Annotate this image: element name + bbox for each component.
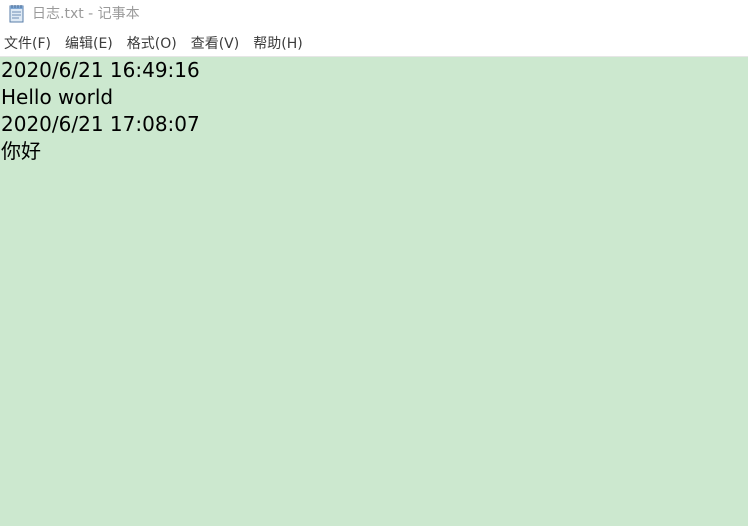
editor-line[interactable]: Hello world (0, 84, 748, 111)
editor-line[interactable]: 2020/6/21 16:49:16 (0, 57, 748, 84)
notepad-icon (9, 5, 24, 23)
menu-format[interactable]: 格式(O) (120, 33, 184, 55)
menu-edit[interactable]: 编辑(E) (58, 33, 120, 55)
notepad-window: 日志.txt - 记事本 文件(F) 编辑(E) 格式(O) 查看(V) 帮助(… (0, 0, 748, 526)
text-editor-area[interactable]: 2020/6/21 16:49:16 Hello world 2020/6/21… (0, 57, 748, 526)
menu-view[interactable]: 查看(V) (184, 33, 247, 55)
editor-line[interactable]: 你好 (0, 138, 748, 165)
menu-bar: 文件(F) 编辑(E) 格式(O) 查看(V) 帮助(H) (0, 33, 748, 55)
menu-file[interactable]: 文件(F) (0, 33, 58, 55)
editor-line[interactable]: 2020/6/21 17:08:07 (0, 111, 748, 138)
window-title: 日志.txt - 记事本 (32, 6, 140, 22)
menu-help[interactable]: 帮助(H) (246, 33, 309, 55)
title-bar[interactable]: 日志.txt - 记事本 (0, 0, 748, 30)
